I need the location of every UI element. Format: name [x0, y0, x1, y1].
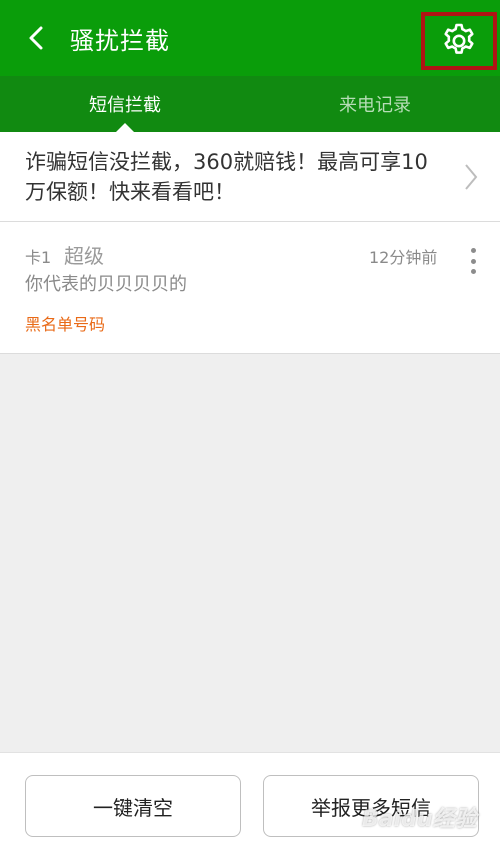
tab-call-log[interactable]: 来电记录: [250, 76, 500, 132]
more-options-icon[interactable]: [460, 246, 486, 276]
promo-banner[interactable]: 诈骗短信没拦截，360就赔钱！最高可享10万保额！快来看看吧！: [0, 132, 500, 222]
clear-all-button[interactable]: 一键清空: [25, 775, 241, 837]
more-dot: [470, 258, 476, 264]
sim-card-label: 卡1: [25, 248, 52, 267]
promo-text: 诈骗短信没拦截，360就赔钱！最高可享10万保额！快来看看吧！: [25, 150, 428, 204]
active-tab-indicator: [116, 123, 134, 132]
back-button[interactable]: [8, 0, 64, 76]
settings-button[interactable]: [421, 12, 497, 70]
chevron-left-icon: [29, 26, 43, 50]
list-item[interactable]: 卡1 超级 12分钟前 你代表的贝贝贝贝的 黑名单号码: [0, 222, 500, 354]
message-time: 12分钟前: [369, 248, 438, 267]
gear-icon: [444, 23, 474, 54]
more-dot: [470, 269, 476, 274]
more-dot: [470, 248, 476, 253]
message-sender: 超级: [64, 244, 104, 268]
watermark: Baidu经验: [362, 807, 477, 832]
message-body: 你代表的贝贝贝贝的: [25, 274, 187, 295]
tab-bar: 短信拦截 来电记录: [0, 76, 500, 132]
chevron-right-icon: [465, 164, 478, 190]
blacklist-tag: 黑名单号码: [25, 315, 106, 334]
tab-call-log-label: 来电记录: [339, 95, 411, 116]
tab-sms-block-label: 短信拦截: [89, 95, 161, 116]
tab-sms-block[interactable]: 短信拦截: [0, 76, 250, 132]
page-title: 骚扰拦截: [70, 26, 170, 55]
